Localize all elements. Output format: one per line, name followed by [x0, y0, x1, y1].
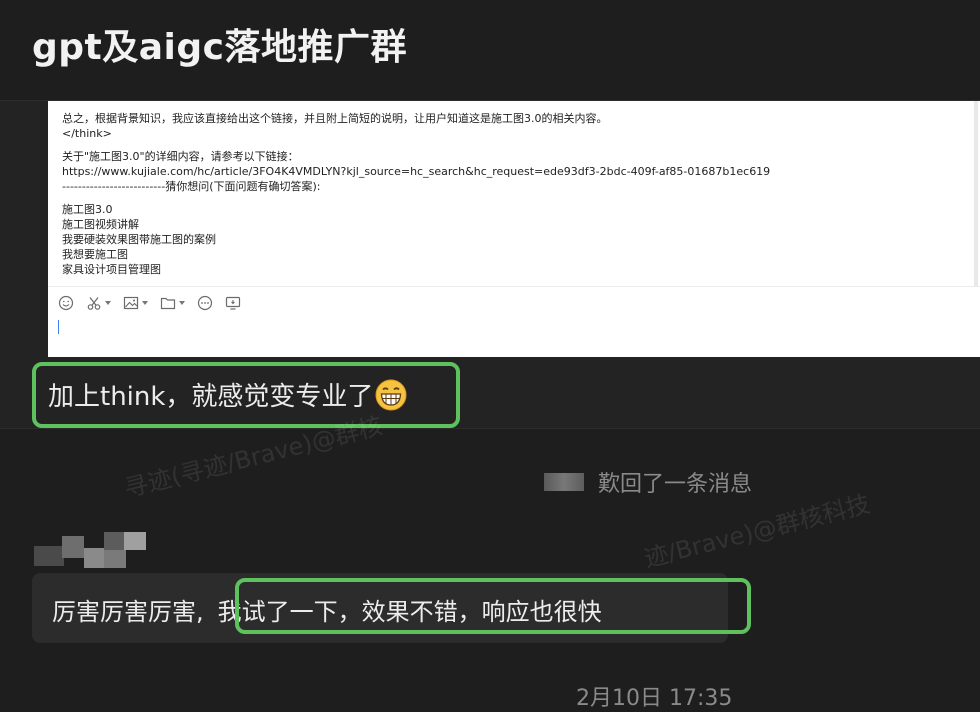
doc-line: --------------------------猜你想问(下面问题有确切答案…: [62, 180, 321, 193]
more-icon[interactable]: [197, 294, 213, 312]
screen-icon[interactable]: [225, 294, 241, 312]
doc-line: 施工图3.0: [62, 203, 113, 216]
chat-header: gpt及aigc落地推广群: [0, 0, 980, 100]
image-icon[interactable]: [123, 294, 148, 312]
doc-line-gap: [62, 141, 770, 149]
scissors-icon[interactable]: [86, 294, 111, 312]
grinning-emoji-icon: [375, 379, 407, 411]
doc-line: 总之，根据背景知识，我应该直接给出这个链接，并且附上简短的说明，让用户知道这是施…: [62, 112, 608, 125]
screenshot-text: 总之，根据背景知识，我应该直接给出这个链接，并且附上简短的说明，让用户知道这是施…: [62, 111, 770, 277]
embedded-screenshot[interactable]: 总之，根据背景知识，我应该直接给出这个链接，并且附上简短的说明，让用户知道这是施…: [48, 101, 980, 357]
doc-line-link: https://www.kujiale.com/hc/article/3FO4K…: [62, 165, 771, 178]
doc-line: 我要硬装效果图带施工图的案例: [62, 233, 216, 246]
chat-title: gpt及aigc落地推广群: [32, 27, 407, 68]
editor-toolbar: [58, 294, 241, 312]
doc-line: 关于"施工图3.0"的详细内容，请参考以下链接：: [62, 150, 299, 163]
folder-icon[interactable]: [160, 294, 185, 312]
message-divider: [0, 428, 980, 429]
doc-line: 施工图视频讲解: [62, 218, 139, 231]
doc-line: </think>: [62, 127, 112, 140]
doc-line: 我想要施工图: [62, 248, 128, 261]
screenshot-document: 总之，根据背景知识，我应该直接给出这个链接，并且附上简短的说明，让用户知道这是施…: [48, 101, 978, 286]
doc-line-gap: [62, 194, 770, 202]
reply-part-one: 厉害厉害厉害,: [52, 598, 204, 626]
doc-scrollbar[interactable]: [974, 101, 978, 286]
think-comment-text: 加上think，就感觉变专业了: [48, 382, 374, 412]
message-timestamp: 2月10日 17:35: [576, 686, 733, 711]
doc-line: 家具设计项目管理图: [62, 263, 161, 276]
text-cursor: [58, 320, 59, 334]
emoji-icon[interactable]: [58, 294, 74, 312]
chevron-down-icon[interactable]: [142, 301, 148, 305]
blurred-username: [544, 473, 584, 491]
chevron-down-icon[interactable]: [105, 301, 111, 305]
recall-notice: 歎回了一条消息: [544, 466, 752, 498]
blurred-sender-name: [34, 532, 146, 570]
recall-text: 歎回了一条消息: [598, 472, 753, 497]
chevron-down-icon[interactable]: [179, 301, 185, 305]
think-comment-message: 加上think，就感觉变专业了: [48, 376, 407, 413]
editor-divider: [48, 286, 980, 287]
highlight-box-reply: [235, 578, 751, 634]
